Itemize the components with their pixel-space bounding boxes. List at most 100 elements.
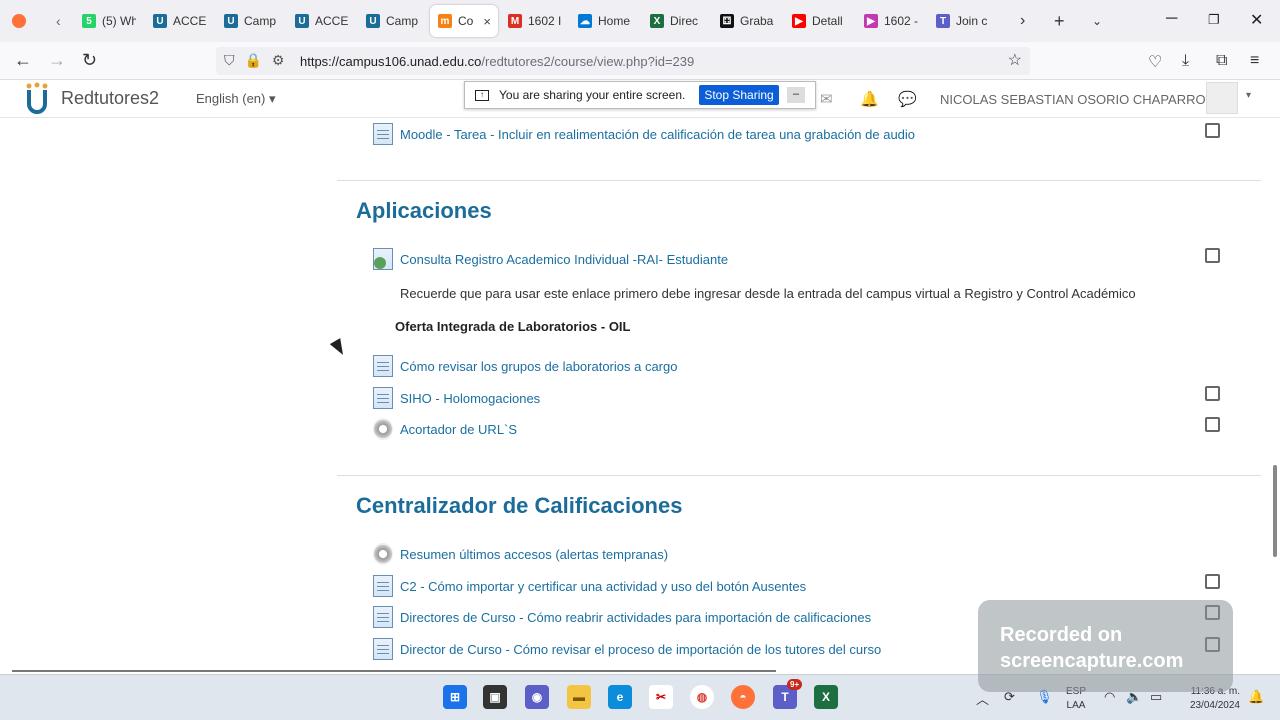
watermark-line2: screencapture.com (1000, 650, 1184, 672)
activity-item[interactable]: Director de Curso - Cómo revisar el proc… (373, 637, 881, 661)
unad-logo-icon[interactable] (24, 82, 50, 116)
share-status-text: You are sharing your entire screen. (499, 88, 686, 102)
close-tab-icon[interactable]: × (483, 14, 491, 29)
site-name[interactable]: Redtutores2 (61, 88, 159, 109)
activity-item[interactable]: SIHO - Holomogaciones (373, 386, 540, 410)
minimize-share-bar-button[interactable]: – (787, 87, 805, 103)
completion-checkbox[interactable] (1205, 574, 1220, 589)
site-header: Redtutores2 English (en) ▾ ↑ You are sha… (0, 80, 1280, 118)
tab-label: Home (598, 14, 631, 28)
excel-icon[interactable]: X (814, 685, 838, 709)
tracking-shield-icon[interactable]: ⛉🔒⚙ (224, 52, 294, 69)
moodle-icon: m (438, 14, 452, 28)
activity-item[interactable]: Consulta Registro Academico Individual -… (373, 247, 728, 271)
menu-icon[interactable]: ≡ (1250, 52, 1259, 70)
activity-item[interactable]: Directores de Curso - Cómo reabrir activ… (373, 605, 871, 629)
activity-link[interactable]: Moodle - Tarea - Incluir en realimentaci… (400, 127, 915, 142)
list-all-tabs-button[interactable]: ⌄ (1084, 5, 1106, 37)
browser-nav-bar: ← → ↻ ⛉🔒⚙ https://campus106.unad.edu.co /… (0, 42, 1280, 80)
browser-tab[interactable]: ▶ 1602 - (856, 5, 918, 37)
tab-scroll-right-button[interactable]: › (1012, 5, 1032, 37)
extensions-icon[interactable]: ⧉ (1216, 52, 1227, 70)
stop-sharing-button[interactable]: Stop Sharing (699, 85, 779, 105)
browser-tab[interactable]: X Direc (642, 5, 704, 37)
completion-checkbox[interactable] (1205, 386, 1220, 401)
url-bar[interactable]: ⛉🔒⚙ https://campus106.unad.edu.co/redtut… (216, 47, 1030, 75)
activity-item[interactable]: Moodle - Tarea - Incluir en realimentaci… (373, 122, 915, 146)
browser-tab[interactable]: ⚃ Graba (712, 5, 774, 37)
edge-icon[interactable]: e (608, 685, 632, 709)
browser-tab[interactable]: m Co × (430, 5, 498, 37)
completion-checkbox[interactable] (1205, 123, 1220, 138)
teams-icon[interactable]: T 9+ (773, 679, 803, 709)
chat-meet-icon[interactable]: ◉ (525, 685, 549, 709)
minimize-window-button[interactable]: ─ (1166, 10, 1177, 28)
browser-tab[interactable]: U ACCE (287, 5, 349, 37)
chat-icon[interactable]: 💬 (898, 90, 917, 108)
browser-tab[interactable]: M 1602 I (500, 5, 562, 37)
label-subheading: Oferta Integrada de Laboratorios - OIL (395, 319, 631, 334)
activity-link[interactable]: Acortador de URL`S (400, 422, 517, 437)
language-menu[interactable]: English (en) ▾ (196, 91, 276, 107)
activity-link[interactable]: Cómo revisar los grupos de laboratorios … (400, 359, 677, 374)
activity-item[interactable]: Cómo revisar los grupos de laboratorios … (373, 354, 677, 378)
show-hidden-icons-chevron-icon[interactable]: ︿ (976, 689, 989, 708)
activity-item[interactable]: C2 - Cómo importar y certificar una acti… (373, 574, 806, 598)
tab-label: Camp (386, 14, 419, 28)
downloads-icon[interactable]: ⤓ (1182, 52, 1189, 70)
unad-icon: U (224, 14, 238, 28)
recording-watermark: Recorded on screencapture.com (978, 600, 1233, 692)
unad-icon: U (366, 14, 380, 28)
user-menu-caret-icon[interactable]: ▾ (1246, 90, 1251, 101)
avatar[interactable] (1206, 82, 1238, 114)
browser-tab[interactable]: 5 (5) Wh (74, 5, 136, 37)
page-icon (373, 123, 393, 145)
pocket-icon[interactable]: ♡ (1148, 52, 1162, 72)
windows-start-icon[interactable]: ⊞ (443, 685, 467, 709)
user-name[interactable]: NICOLAS SEBASTIAN OSORIO CHAPARRO (940, 92, 1206, 107)
messages-icon[interactable]: ✉ (820, 90, 833, 108)
completion-checkbox[interactable] (1205, 248, 1220, 263)
activity-item[interactable]: Resumen últimos accesos (alertas tempran… (373, 542, 668, 566)
activity-link[interactable]: C2 - Cómo importar y certificar una acti… (400, 579, 806, 594)
browser-tab[interactable]: ▶ Detall (784, 5, 846, 37)
chevron-down-icon: ⌄ (1092, 14, 1103, 28)
file-explorer-icon[interactable]: ▬ (567, 685, 591, 709)
gear-icon (373, 543, 393, 565)
back-button[interactable]: ← (14, 50, 32, 71)
browser-tab[interactable]: U Camp (358, 5, 420, 37)
tab-label: 1602 - (884, 14, 918, 28)
notifications-bell-icon[interactable]: 🔔 (1248, 689, 1264, 705)
close-window-button[interactable]: ✕ (1250, 10, 1263, 30)
firefox-menu-icon[interactable] (4, 5, 34, 37)
chevron-right-icon: › (1020, 12, 1026, 29)
activity-link[interactable]: Resumen últimos accesos (alertas tempran… (400, 547, 668, 562)
activity-link[interactable]: Director de Curso - Cómo revisar el proc… (400, 642, 881, 657)
completion-checkbox[interactable] (1205, 417, 1220, 432)
forward-button[interactable]: → (48, 50, 66, 71)
firefox-icon[interactable]: ◓ (731, 685, 755, 709)
restore-window-button[interactable]: ❐ (1208, 12, 1220, 28)
horizontal-scrollbar[interactable] (12, 670, 776, 672)
activity-item[interactable]: Acortador de URL`S (373, 417, 517, 441)
activity-link[interactable]: Directores de Curso - Cómo reabrir activ… (400, 610, 871, 625)
youtube-icon: ▶ (792, 14, 806, 28)
browser-tab[interactable]: U Camp (216, 5, 278, 37)
tab-scroll-left-button[interactable]: ‹ (48, 5, 68, 37)
reload-button[interactable]: ↻ (82, 50, 97, 71)
snipping-tool-icon[interactable]: ✂ (649, 685, 673, 709)
vertical-scrollbar[interactable] (1273, 465, 1277, 557)
activity-link[interactable]: Consulta Registro Academico Individual -… (400, 252, 728, 267)
browser-tab[interactable]: ☁ Home (570, 5, 632, 37)
url-path: /redtutores2/course/view.php?id=239 (481, 53, 695, 69)
browser-tab[interactable]: U ACCE (145, 5, 207, 37)
chrome-icon[interactable]: ◍ (690, 685, 714, 709)
task-view-icon[interactable]: ▣ (483, 685, 507, 709)
section-divider (337, 180, 1261, 181)
new-tab-button[interactable]: + (1046, 5, 1068, 37)
browser-tab[interactable]: T Join c (928, 5, 990, 37)
clock-date: 23/04/2024 (1189, 700, 1240, 711)
notifications-bell-icon[interactable]: 🔔 (860, 90, 879, 108)
activity-link[interactable]: SIHO - Holomogaciones (400, 391, 540, 406)
bookmark-star-icon[interactable]: ☆ (1008, 50, 1022, 70)
